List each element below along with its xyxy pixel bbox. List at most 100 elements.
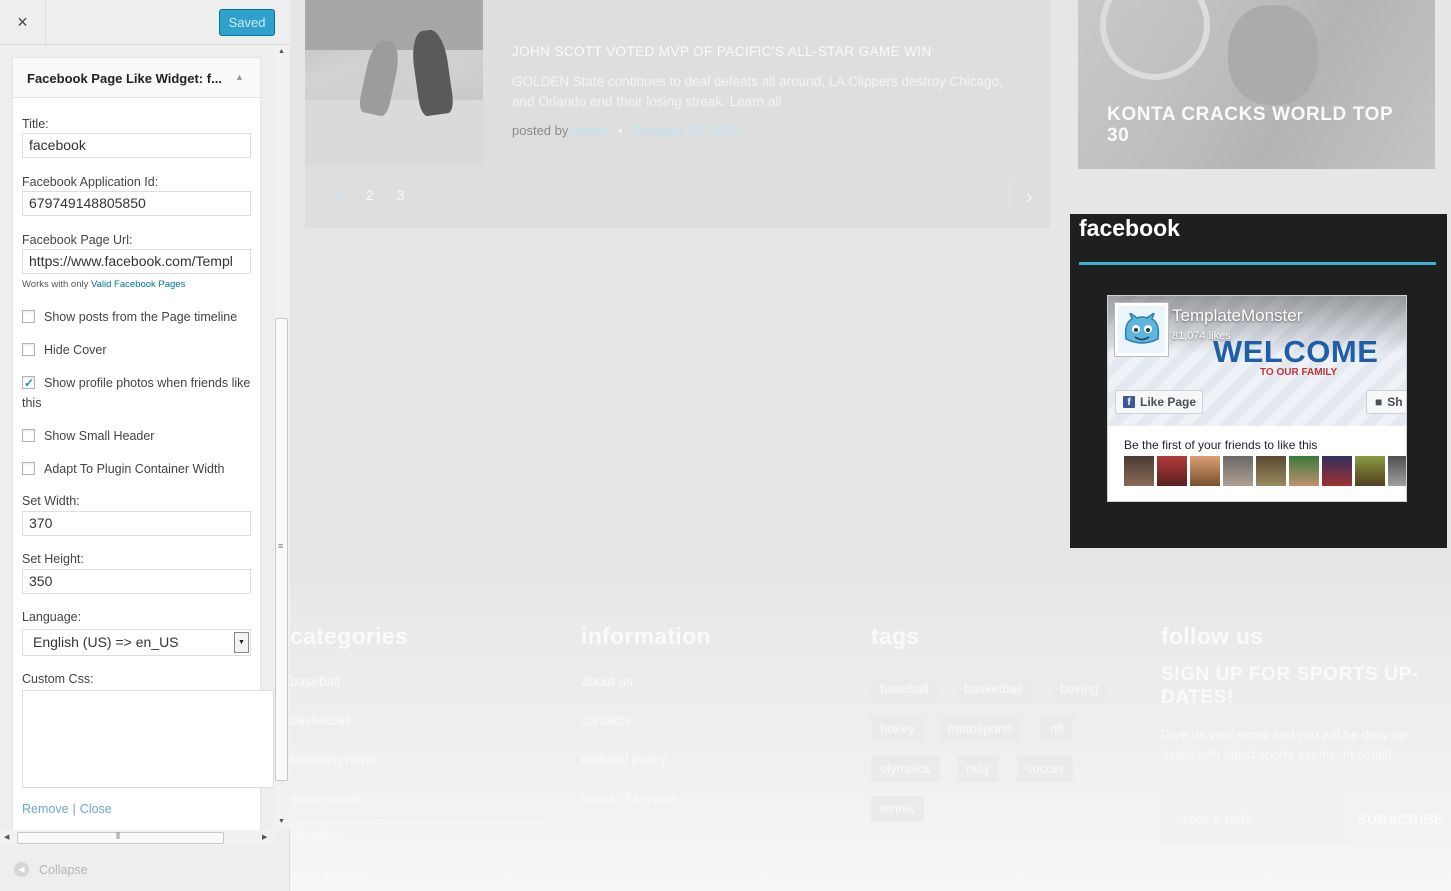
saved-button[interactable]: Saved <box>219 9 275 36</box>
horizontal-scrollbar[interactable]: ◀ ⦀ ▶ <box>0 830 274 846</box>
checkbox-show-posts[interactable]: Show posts from the Page timeline <box>22 307 252 327</box>
title-input[interactable]: facebook <box>22 133 251 158</box>
vertical-scroll-thumb[interactable]: ≡ <box>275 318 288 781</box>
facebook-page-name[interactable]: TemplateMonster <box>1172 306 1302 326</box>
tag-chip[interactable]: nfl <box>1041 716 1073 742</box>
checkbox-label: Show Small Header <box>44 429 155 443</box>
tag-chip[interactable]: tennis <box>871 796 924 822</box>
checkbox-adapt-width[interactable]: Adapt To Plugin Container Width <box>22 459 252 479</box>
help-text: Works with only Valid Facebook Pages <box>22 279 185 290</box>
post-date[interactable]: February 24, 2016 <box>633 123 739 138</box>
next-page-button[interactable]: › <box>1009 182 1049 212</box>
dropdown-arrow-icon[interactable]: ▼ <box>234 632 249 653</box>
facebook-widget: facebook WELCOME TO OUR FAMILY TemplateM… <box>1070 214 1447 548</box>
avatar[interactable] <box>1256 456 1286 486</box>
valid-pages-link[interactable]: Valid Facebook Pages <box>91 279 185 290</box>
footer-category-link[interactable]: baseball <box>290 674 340 689</box>
scroll-left-icon[interactable]: ◀ <box>4 833 9 841</box>
like-page-button[interactable]: f Like Page <box>1115 390 1203 414</box>
app-id-label: Facebook Application Id: <box>22 175 159 189</box>
tag-chip[interactable]: rally <box>957 756 999 782</box>
avatar[interactable] <box>1388 456 1406 486</box>
categories-heading: categories <box>290 623 409 649</box>
horizontal-scroll-thumb[interactable]: ⦀ <box>17 831 224 844</box>
scroll-right-icon[interactable]: ▶ <box>262 833 267 841</box>
scroll-down-icon[interactable]: ▼ <box>278 818 285 825</box>
avatar[interactable] <box>1190 456 1220 486</box>
footer-category-link[interactable]: olympics <box>290 829 343 844</box>
post-title[interactable]: JOHN SCOTT VOTED MVP OF PACIFIC'S ALL-ST… <box>512 44 932 59</box>
footer-info-link[interactable]: terms of service <box>581 791 676 806</box>
featured-story-title[interactable]: KONTA CRACKS WORLD TOP 30 <box>1107 104 1397 146</box>
posted-by-label: posted by <box>512 123 572 138</box>
chevron-right-icon: › <box>1026 186 1033 207</box>
share-label: Sh <box>1387 395 1403 409</box>
tag-chip[interactable]: soccer <box>1017 756 1074 782</box>
featured-story[interactable]: KONTA CRACKS WORLD TOP 30 <box>1078 0 1435 169</box>
tag-chip[interactable]: olympics <box>871 756 940 782</box>
footer-info-link[interactable]: editorial policy <box>581 752 667 767</box>
avatar[interactable] <box>1124 456 1154 486</box>
page-link-1[interactable]: 1 <box>335 187 343 203</box>
tag-chip[interactable]: basketball <box>955 676 1032 702</box>
avatar[interactable] <box>1223 456 1253 486</box>
post-excerpt: GOLDEN State continues to deal defeats a… <box>512 74 1003 109</box>
width-input[interactable]: 370 <box>22 511 251 536</box>
avatar[interactable] <box>1322 456 1352 486</box>
app-id-input[interactable]: 679749148805850 <box>22 191 251 216</box>
collapse-button[interactable]: ◀ Collapse <box>14 862 88 877</box>
avatar[interactable] <box>1157 456 1187 486</box>
vertical-scrollbar[interactable]: ▲ ≡ ▼ <box>274 45 290 830</box>
checkbox-show-faces[interactable]: Show profile photos when friends like th… <box>22 373 252 413</box>
page-link-3[interactable]: 3 <box>397 187 405 203</box>
height-input[interactable]: 350 <box>22 569 251 594</box>
cover-welcome-text: WELCOME <box>1213 334 1379 369</box>
friends-like-text: Be the first of your friends to like thi… <box>1124 438 1318 452</box>
close-customizer-button[interactable]: × <box>0 0 46 45</box>
subscribe-button[interactable]: SUBSCRIBE <box>1349 795 1451 843</box>
tag-chip[interactable]: hokey <box>871 716 924 742</box>
tag-chip[interactable]: baseball <box>871 676 938 702</box>
share-icon: ■ <box>1375 395 1383 409</box>
checkbox-box[interactable] <box>22 373 35 393</box>
post-thumbnail[interactable] <box>305 0 483 166</box>
close-link[interactable]: Close <box>80 802 112 816</box>
facebook-like-count: 81,074 likes <box>1172 330 1231 342</box>
email-input[interactable]: Your e-mail <box>1161 795 1349 843</box>
help-prefix: Works with only <box>22 279 91 290</box>
checkbox-box[interactable] <box>22 343 35 356</box>
checkbox-label: Hide Cover <box>44 343 107 357</box>
custom-css-textarea[interactable] <box>22 690 274 788</box>
monster-logo-icon <box>1124 312 1159 344</box>
avatar[interactable] <box>1355 456 1385 486</box>
page-url-label: Facebook Page Url: <box>22 233 133 247</box>
collapse-label: Collapse <box>39 862 88 877</box>
widget-header[interactable]: Facebook Page Like Widget: f... ▲ <box>13 58 260 98</box>
checkbox-small-header[interactable]: Show Small Header <box>22 426 252 446</box>
author-link[interactable]: Admin <box>571 123 608 138</box>
avatar[interactable] <box>1289 456 1319 486</box>
separator: | <box>72 802 76 816</box>
remove-link[interactable]: Remove <box>22 802 69 816</box>
footer-category-link[interactable]: other sports <box>290 868 361 883</box>
tag-chip[interactable]: boxing <box>1051 676 1108 702</box>
checkbox-box[interactable] <box>22 462 35 475</box>
tag-chip[interactable]: motosports <box>939 716 1022 742</box>
page-link-2[interactable]: 2 <box>366 187 374 203</box>
page-avatar[interactable] <box>1115 303 1168 356</box>
collapse-arrow-icon[interactable]: ▲ <box>235 72 244 82</box>
language-select[interactable]: English (US) => en_US ▼ <box>22 629 251 656</box>
footer-info-link[interactable]: about us <box>581 674 633 689</box>
footer-category-link[interactable]: motorsports <box>290 791 361 806</box>
page-url-input[interactable]: https://www.facebook.com/Templ <box>22 249 251 274</box>
checkbox-box[interactable] <box>22 429 35 442</box>
follow-heading: follow us <box>1161 623 1264 649</box>
checkbox-box[interactable] <box>22 310 35 323</box>
checkbox-hide-cover[interactable]: Hide Cover <box>22 340 252 360</box>
footer-category-link[interactable]: basketball <box>290 713 351 728</box>
footer-info-link[interactable]: contacts <box>581 713 631 728</box>
information-heading: information <box>581 623 711 649</box>
scroll-up-icon[interactable]: ▲ <box>278 48 285 55</box>
share-button[interactable]: ■ Sh <box>1366 390 1406 414</box>
footer-category-link[interactable]: breaking news <box>290 752 377 767</box>
